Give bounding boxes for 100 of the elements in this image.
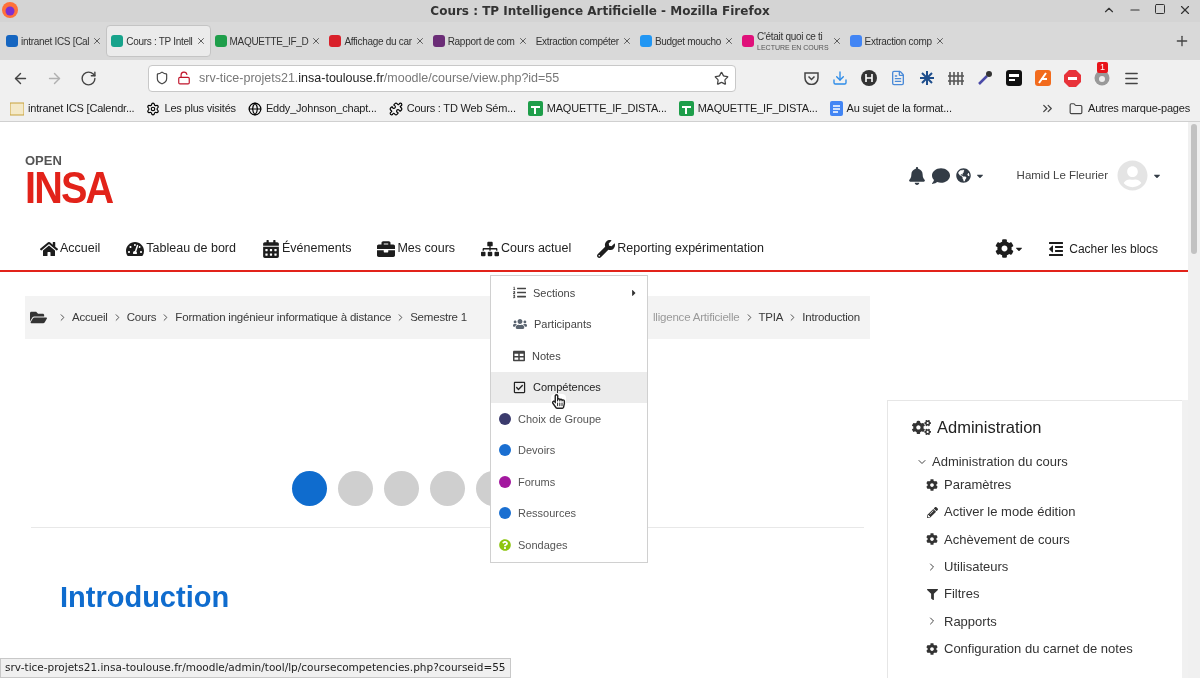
breadcrumb-link[interactable]: Introduction [802,308,860,327]
menu-item[interactable]: Sondages [491,529,647,561]
menu-item[interactable]: Sections [491,277,647,309]
bell-icon[interactable] [907,166,926,185]
settings-icon[interactable] [995,239,1015,258]
browser-tab[interactable]: Extraction compéter [531,25,636,57]
close-icon[interactable] [724,36,735,46]
stop-sign-icon[interactable] [1064,69,1081,87]
browser-logo-icon [1,1,19,19]
fence-icon[interactable] [948,70,964,86]
notification-badge: 1 [1097,62,1108,73]
breadcrumb-link[interactable]: Cours [126,308,157,327]
user-name[interactable]: Hamid Le Fleurier [1016,166,1108,185]
tree-item[interactable]: Rapports [944,611,997,632]
tree-item[interactable]: Configuration du carnet de notes [944,638,1133,659]
site-logo[interactable]: OPEN INSA [25,154,123,209]
breadcrumb-link[interactable]: TPIA [758,308,784,327]
close-icon[interactable] [1178,3,1192,17]
menu-item[interactable]: Choix de Groupe [491,403,647,435]
nav-link[interactable]: Événements [261,239,352,258]
pointer-cursor-icon [551,393,566,409]
browser-tab[interactable]: Rapport de com [428,25,532,57]
browser-tab[interactable]: Cours : TP Intell [106,25,211,57]
circle-extension-icon[interactable] [861,70,877,86]
bookmark[interactable]: MAQUETTE_IF_DISTA... [546,100,667,117]
bookmark[interactable]: Eddy_Johnson_chapt... [265,100,377,117]
tab-title: Affichage du car [344,34,412,48]
url-text: srv-tice-projets21.insa-toulouse.fr/moodle/course/view.php?id=55 [199,69,560,87]
browser-tab[interactable]: Budget moucho [635,25,739,57]
tab-title: Cours : TP Intell [126,34,193,48]
browser-tab[interactable]: Affichage du car [325,25,429,57]
chat-icon[interactable] [931,166,950,185]
bookmark[interactable]: MAQUETTE_IF_DISTA... [697,100,818,117]
browser-tab[interactable]: Extraction comp [845,25,949,57]
tree-item[interactable]: Utilisateurs [944,557,1009,577]
dropper-icon[interactable] [977,70,993,86]
pocket-icon[interactable] [804,71,819,85]
nav-link[interactable]: Cours actuel [481,239,572,258]
nav-link[interactable]: Tableau de bord [126,239,236,258]
menu-item[interactable]: Notes [491,340,647,372]
document-icon[interactable] [890,70,906,86]
tree-item[interactable]: Administration du cours [932,451,1068,472]
nav-link[interactable]: Accueil [40,239,101,258]
menu-item[interactable]: Devoirs [491,434,647,466]
terminal-icon[interactable] [1006,70,1022,86]
folder-icon [1069,101,1083,116]
close-icon[interactable] [621,36,632,46]
browser-tab[interactable]: intranet ICS [Cal [2,25,107,57]
menu-item[interactable]: Forums [491,466,647,498]
breadcrumb-link[interactable]: Formation ingénieur informatique à distance [175,308,392,327]
flash-icon[interactable] [1035,70,1051,86]
new-tab-icon[interactable] [1174,33,1190,49]
scrollbar[interactable] [1188,122,1200,678]
menu-item[interactable]: Participants [491,308,647,340]
close-icon[interactable] [831,36,842,46]
tree-item[interactable]: Achèvement de cours [944,529,1070,550]
bookmark[interactable]: Les plus visités [164,100,236,117]
block-title: Administration [937,417,1042,438]
download-icon[interactable] [832,70,848,86]
close-icon[interactable] [92,36,103,46]
nav-link[interactable]: Reporting expérimentation [597,239,764,258]
gear-icon [926,533,938,546]
snowflake-icon[interactable] [919,70,935,86]
close-icon[interactable] [195,36,206,46]
tree-item[interactable]: Activer le mode édition [944,502,1076,522]
tree-item[interactable]: Filtres [944,584,980,604]
breadcrumb-link[interactable]: Accueil [72,308,108,327]
numbered-list-icon [513,286,526,300]
filter-icon [926,588,938,600]
table-icon [513,349,525,362]
tree-item[interactable]: Paramètres [944,475,1012,495]
tab-title: Budget moucho [654,34,722,48]
section-title: Introduction [60,580,231,615]
tab-title: C'était quoi ce ti [757,30,824,43]
bookmark[interactable]: Cours : TD Web Sém... [406,100,516,117]
close-icon[interactable] [517,36,528,46]
checkbox-icon [513,380,526,394]
address-bar[interactable]: srv-tice-projets21.insa-toulouse.fr/moodle/course/view.php?id=55 [148,64,736,92]
gears-icon [912,417,931,437]
nav-link[interactable]: Mes cours [377,239,456,258]
hide-blocks-button[interactable]: Cacher les blocs [1048,239,1158,258]
tab-title: intranet ICS [Cal [21,34,90,48]
window-title: Cours : TP Intelligence Artificielle - Mozilla Firefox [430,3,770,20]
menu-item[interactable]: Ressources [491,497,647,529]
gear-icon [926,642,938,655]
bookmark-star-icon[interactable] [714,70,729,86]
restore-icon[interactable] [1154,3,1166,15]
tab-title: Rapport de com [447,34,515,48]
bookmark[interactable]: intranet ICS [Calendr... [28,100,135,117]
browser-tab[interactable]: MAQUETTE_IF_D [210,25,326,57]
close-icon[interactable] [414,36,425,46]
document-icon [829,101,843,116]
gauge-icon [126,239,145,258]
close-icon[interactable] [311,36,322,46]
bookmark[interactable]: Au sujet de la format... [846,100,952,117]
close-icon[interactable] [934,36,945,46]
lock-icon [177,71,191,85]
globe-icon[interactable] [955,168,971,183]
bookmark-folder[interactable]: Autres marque-pages [1088,100,1190,117]
breadcrumb-link[interactable]: Semestre 1 [410,308,467,327]
